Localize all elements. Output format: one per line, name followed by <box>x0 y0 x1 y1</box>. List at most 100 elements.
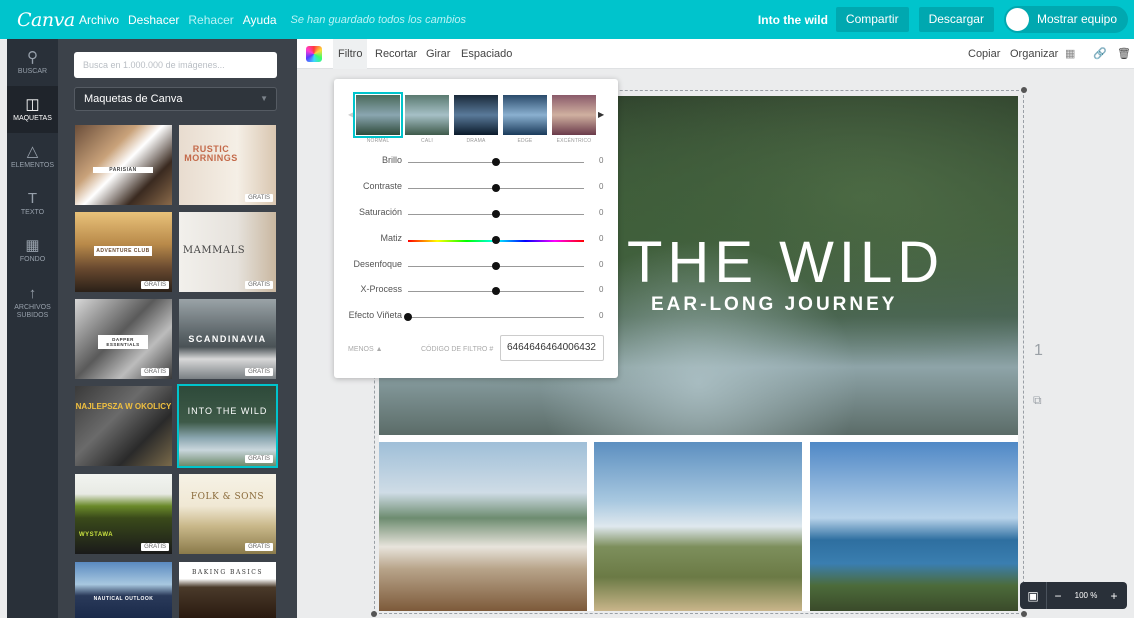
filter-normal[interactable]: NORMAL <box>353 92 403 144</box>
brightness-slider[interactable]: Brillo 0 <box>334 155 618 169</box>
nav-search[interactable]: ⚲ BUSCAR <box>7 39 58 86</box>
template-into-the-wild[interactable]: INTO THE WILD GRATIS <box>177 384 278 468</box>
nav-elements-label: ELEMENTOS <box>10 162 55 169</box>
zoom-out-button[interactable]: − <box>1047 589 1069 603</box>
nav-elements[interactable]: △ ELEMENTOS <box>7 133 58 180</box>
slider-value: 0 <box>599 234 604 243</box>
trash-icon[interactable]: 🗑 <box>1117 39 1131 69</box>
template-rustic-mornings[interactable]: RUSTIC MORNINGS GRATIS <box>179 125 276 205</box>
blur-slider[interactable]: Desenfoque 0 <box>334 259 618 273</box>
nav-layouts[interactable]: ◫ MAQUETAS <box>7 86 58 133</box>
hue-slider[interactable]: Matiz 0 <box>334 233 618 247</box>
image-search-input[interactable]: Busca en 1.000.000 de imágenes... <box>74 52 277 78</box>
filter-edge[interactable]: EDGE <box>503 95 547 144</box>
nav-layouts-label: MAQUETAS <box>13 115 52 122</box>
free-badge: GRATIS <box>245 194 273 202</box>
color-picker-icon[interactable] <box>306 46 322 62</box>
document-title[interactable]: Into the wild <box>758 13 828 27</box>
present-icon[interactable]: ▣ <box>1020 589 1046 603</box>
menu-redo[interactable]: Rehacer <box>188 13 233 27</box>
template-baking-basics[interactable]: BAKING BASICS <box>179 562 276 618</box>
arrange-button[interactable]: Organizar <box>1010 39 1058 69</box>
template-title: NAUTICAL OUTLOOK <box>93 596 154 602</box>
nav-uploads[interactable]: ↑ ARCHIVOS SUBIDOS <box>7 274 58 330</box>
nav-text[interactable]: T TEXTO <box>7 180 58 227</box>
slider-knob[interactable] <box>492 184 500 192</box>
nav-background-label: FONDO <box>19 256 46 263</box>
show-team-button[interactable]: Mostrar equipo <box>1003 6 1128 33</box>
slider-knob[interactable] <box>492 262 500 270</box>
free-badge: GRATIS <box>141 368 169 376</box>
chevron-left-icon[interactable]: ◀ <box>348 110 354 119</box>
layout-icon: ◫ <box>25 96 40 113</box>
top-right-actions: Into the wild Compartir Descargar Mostra… <box>758 0 1134 39</box>
zoom-in-button[interactable]: + <box>1103 589 1125 603</box>
nav-background[interactable]: ▦ FONDO <box>7 227 58 274</box>
template-nautical-outlook[interactable]: NAUTICAL OUTLOOK <box>75 562 172 618</box>
resize-handle[interactable] <box>371 611 377 617</box>
xprocess-slider[interactable]: X-Process 0 <box>334 284 618 298</box>
filter-code-input[interactable]: 6464646464006432 <box>500 335 604 361</box>
free-badge: GRATIS <box>245 543 273 551</box>
resize-handle[interactable] <box>1021 611 1027 617</box>
saturation-slider[interactable]: Saturación 0 <box>334 207 618 221</box>
rotate-button[interactable]: Girar <box>426 39 450 69</box>
slider-knob[interactable] <box>404 313 412 321</box>
crop-button[interactable]: Recortar <box>375 39 417 69</box>
menu-help[interactable]: Ayuda <box>243 13 277 27</box>
free-badge: GRATIS <box>245 455 273 463</box>
template-najlepsza[interactable]: NAJLEPSZA W OKOLICY <box>75 386 172 466</box>
menu-undo[interactable]: Deshacer <box>128 13 179 27</box>
slider-knob[interactable] <box>492 287 500 295</box>
duplicate-page-icon[interactable]: ⧉ <box>1033 393 1042 408</box>
menu-file[interactable]: Archivo <box>79 13 119 27</box>
contrast-slider[interactable]: Contraste 0 <box>334 181 618 195</box>
design-subtitle[interactable]: EAR-LONG JOURNEY <box>651 294 897 316</box>
filter-button[interactable]: Filtro <box>333 39 368 69</box>
templates-panel: Busca en 1.000.000 de imágenes... Maquet… <box>58 39 297 618</box>
filter-cali[interactable]: CALI <box>405 95 449 144</box>
template-parisian[interactable]: PARISIAN <box>75 125 172 205</box>
coast-photo-2[interactable] <box>594 442 802 611</box>
filter-eccentric[interactable]: EXCÉNTRICO <box>552 95 596 144</box>
free-badge: GRATIS <box>141 543 169 551</box>
coast-photo-3[interactable] <box>810 442 1018 611</box>
template-source-select[interactable]: Maquetas de Canva ▼ <box>74 87 277 111</box>
slider-value: 0 <box>599 208 604 217</box>
design-title[interactable]: THE WILD <box>627 229 944 296</box>
slider-knob[interactable] <box>492 210 500 218</box>
transparency-icon[interactable]: ▦ <box>1065 39 1075 69</box>
canvas-toolbar: Filtro Recortar Girar Espaciado Copiar O… <box>297 39 1134 69</box>
spacing-button[interactable]: Espaciado <box>461 39 512 69</box>
link-icon[interactable]: 🔗 <box>1093 39 1107 69</box>
template-title: RUSTIC MORNINGS <box>184 144 238 163</box>
slider-track[interactable] <box>408 317 584 318</box>
slider-knob[interactable] <box>492 236 500 244</box>
template-dapper-essentials[interactable]: DAPPER ESSENTIALS GRATIS <box>75 299 172 379</box>
template-title: SCANDINAVIA <box>188 334 267 344</box>
chevron-down-icon: ▼ <box>260 94 268 103</box>
filter-presets: NORMAL CALI DRAMA EDGE EXCÉNTRICO <box>353 92 596 151</box>
template-scandinavia[interactable]: SCANDINAVIA GRATIS <box>179 299 276 379</box>
slider-label: Contraste <box>362 181 402 191</box>
canva-logo[interactable]: Canva <box>17 9 79 31</box>
template-adventure-club[interactable]: ADVENTURE CLUB GRATIS <box>75 212 172 292</box>
vignette-slider[interactable]: Efecto Viñeta 0 <box>334 310 618 324</box>
template-wystawa[interactable]: WYSTAWA GRATIS <box>75 474 172 554</box>
slider-knob[interactable] <box>492 158 500 166</box>
download-button[interactable]: Descargar <box>918 7 994 32</box>
share-button[interactable]: Compartir <box>835 7 909 32</box>
filter-drama[interactable]: DRAMA <box>454 95 498 144</box>
template-mammals[interactable]: MAMMALS GRATIS <box>179 212 276 292</box>
slider-value: 0 <box>599 311 604 320</box>
template-title: DAPPER ESSENTIALS <box>98 335 148 349</box>
coast-photo-1[interactable] <box>379 442 587 611</box>
template-title: NAJLEPSZA W OKOLICY <box>75 402 172 411</box>
slider-value: 0 <box>599 182 604 191</box>
template-folk-sons[interactable]: FOLK & SONS GRATIS <box>179 474 276 554</box>
upload-icon: ↑ <box>28 284 37 302</box>
copy-button[interactable]: Copiar <box>968 39 1000 69</box>
less-toggle[interactable]: MENOS ▲ <box>348 346 383 353</box>
resize-handle[interactable] <box>1021 87 1027 93</box>
chevron-right-icon[interactable]: ▶ <box>598 110 604 119</box>
